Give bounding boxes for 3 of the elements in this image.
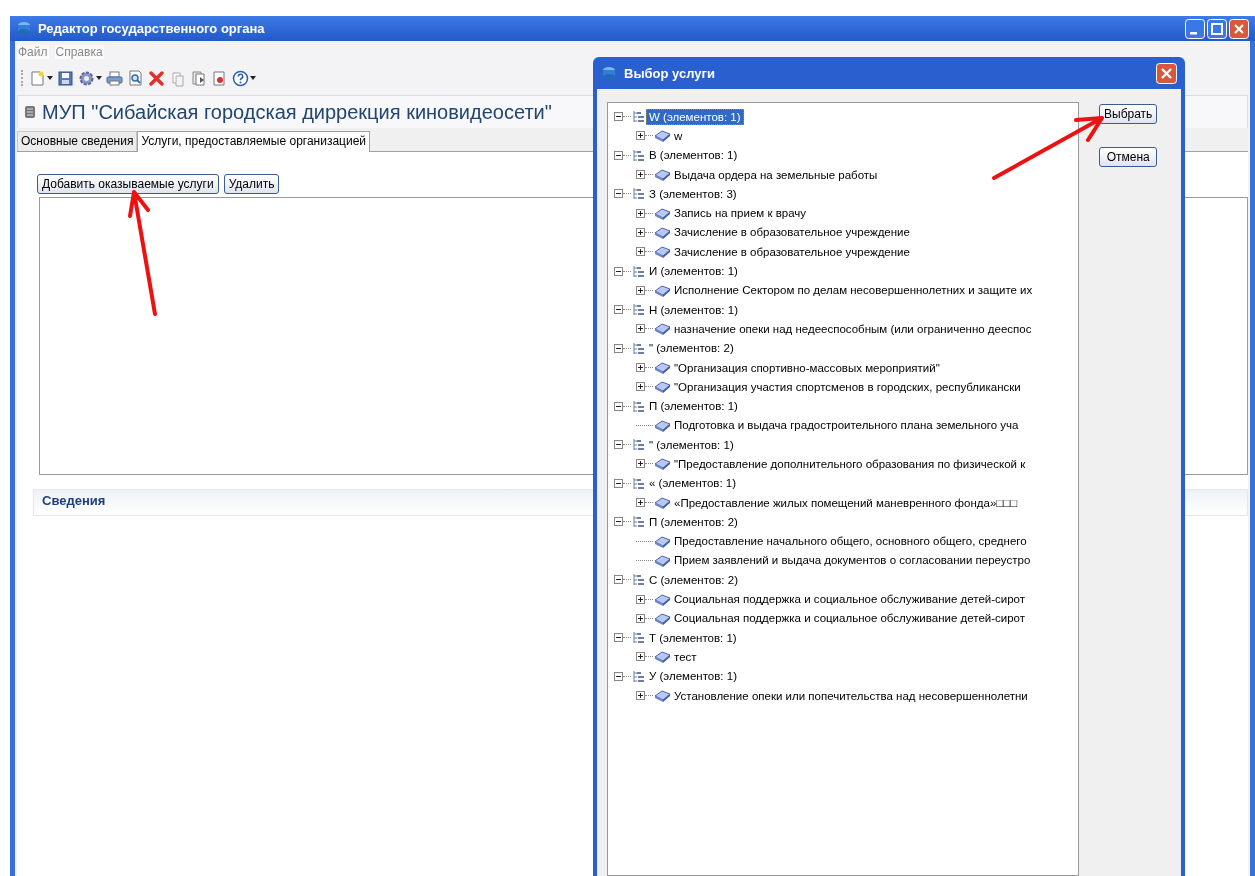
dialog-title: Выбор услуги [624, 65, 715, 81]
organization-title: МУП "Сибайская городская диррекция киновидеосети" [42, 100, 552, 124]
window-title: Редактор государственного органа [38, 21, 265, 36]
